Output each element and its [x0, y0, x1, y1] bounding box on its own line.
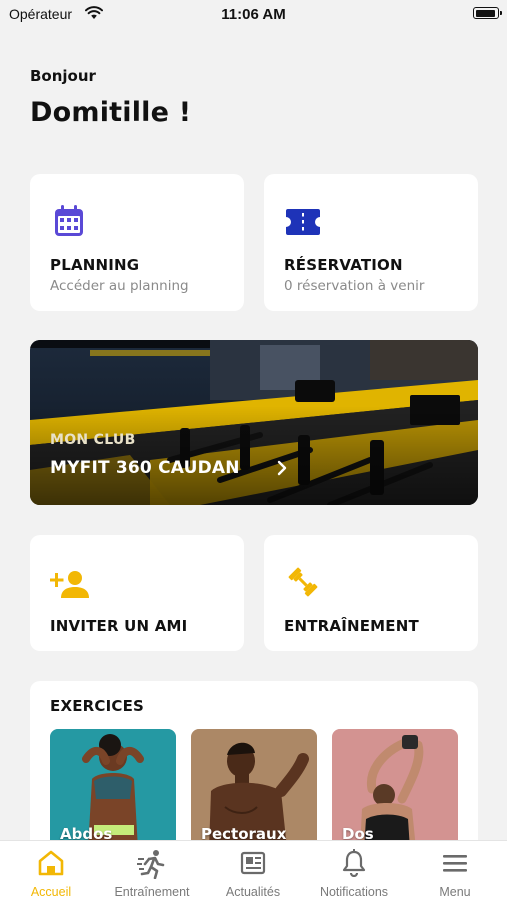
running-icon: [137, 849, 167, 883]
reservation-title: RÉSERVATION: [284, 256, 403, 274]
tab-label: Entraînement: [114, 885, 190, 899]
reservation-subtitle: 0 réservation à venir: [284, 278, 425, 294]
planning-subtitle: Accéder au planning: [50, 278, 189, 294]
planning-card[interactable]: PLANNING Accéder au planning: [30, 174, 244, 311]
club-banner[interactable]: MON CLUB MYFIT 360 CAUDAN: [30, 340, 478, 505]
status-time: 11:06 AM: [221, 6, 286, 23]
add-person-icon: [49, 570, 90, 602]
tab-label: Menu: [439, 885, 471, 899]
tab-label: Accueil: [30, 885, 72, 899]
tab-actualites[interactable]: Actualités: [203, 841, 303, 901]
calendar-icon: [54, 205, 84, 241]
tab-menu[interactable]: Menu: [405, 841, 505, 901]
home-icon: [37, 849, 65, 881]
greeting: Bonjour: [30, 67, 96, 85]
tab-accueil[interactable]: Accueil: [1, 841, 101, 901]
training-title: ENTRAÎNEMENT: [284, 617, 419, 635]
tab-entrainement[interactable]: Entraînement: [102, 841, 202, 901]
invite-friend-title: INVITER UN AMI: [50, 617, 188, 635]
dumbbell-icon: [286, 565, 320, 603]
page-title: Domitille !: [30, 97, 192, 128]
invite-friend-card[interactable]: INVITER UN AMI: [30, 535, 244, 651]
exercise-card-abdos[interactable]: Abdos: [50, 729, 176, 849]
ticket-icon: [286, 209, 320, 239]
reservation-card[interactable]: RÉSERVATION 0 réservation à venir: [264, 174, 478, 311]
exercises-section: EXERCICES Abdos Pectoraux Dos: [30, 681, 478, 851]
menu-icon: [441, 849, 469, 881]
planning-title: PLANNING: [50, 256, 140, 274]
club-label: MON CLUB: [50, 432, 136, 448]
tab-bar: Accueil Entraînement Actualités Notifica…: [0, 840, 507, 901]
tab-notifications[interactable]: Notifications: [304, 841, 404, 901]
training-card[interactable]: ENTRAÎNEMENT: [264, 535, 478, 651]
tab-label: Notifications: [319, 885, 389, 899]
club-name: MYFIT 360 CAUDAN: [50, 458, 240, 478]
exercises-title: EXERCICES: [50, 697, 145, 715]
news-icon: [239, 849, 267, 881]
battery-icon: [473, 7, 502, 19]
tab-label: Actualités: [225, 885, 281, 899]
exercise-card-pectoraux[interactable]: Pectoraux: [191, 729, 317, 849]
exercise-card-dos[interactable]: Dos: [332, 729, 458, 849]
club-photo: [30, 340, 478, 505]
bell-icon: [341, 849, 367, 881]
status-bar: Opérateur 11:06 AM: [0, 0, 507, 30]
